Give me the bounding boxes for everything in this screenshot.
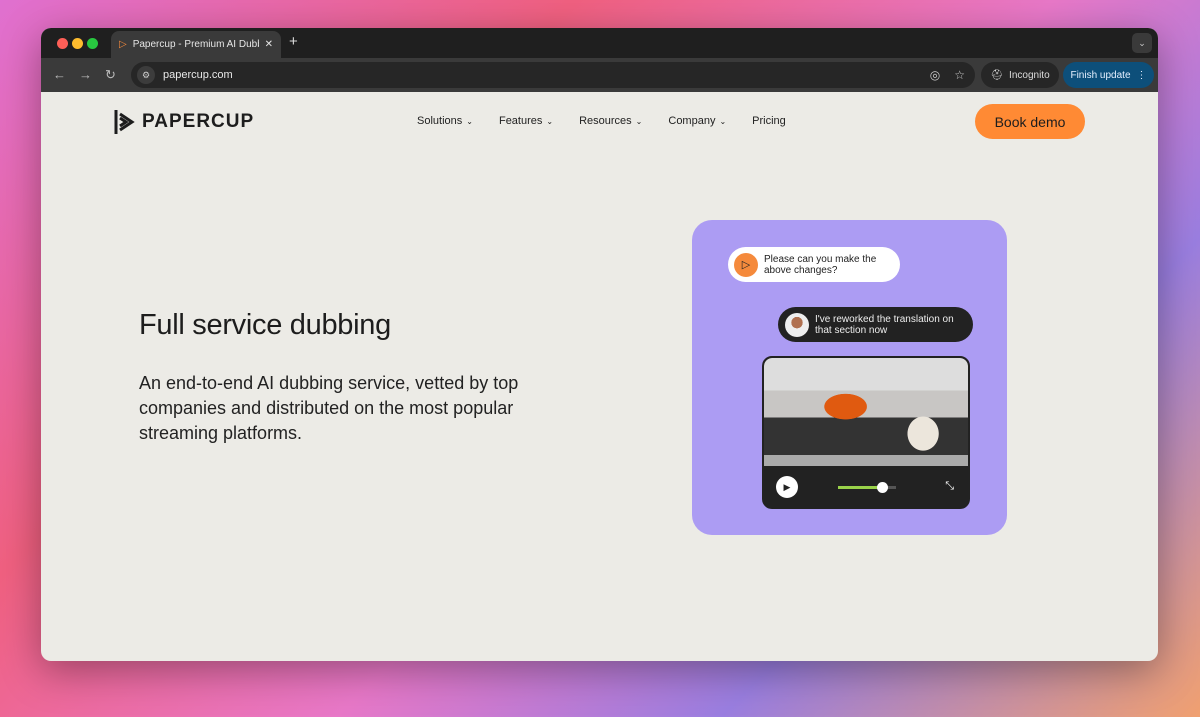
tab-search-button[interactable]: ⌄ — [1132, 33, 1152, 53]
favicon-icon: ▷ — [119, 39, 127, 50]
more-icon[interactable]: ⋮ — [1137, 70, 1147, 81]
incognito-button[interactable]: ⛑ Incognito — [981, 62, 1059, 88]
main-nav: Solutions ⌄ Features ⌄ Resources ⌄ Company ⌄… — [417, 115, 786, 127]
nav-pricing[interactable]: Pricing — [752, 115, 786, 127]
papercup-logo-icon — [114, 110, 135, 134]
back-button[interactable]: ← — [53, 67, 66, 82]
nav-solutions[interactable]: Solutions ⌄ — [417, 115, 473, 127]
chevron-down-icon: ⌄ — [719, 117, 727, 126]
chevron-down-icon: ⌄ — [546, 117, 554, 126]
chevron-down-icon: ⌄ — [635, 117, 643, 126]
nav-features[interactable]: Features ⌄ — [499, 115, 553, 127]
forward-button[interactable]: → — [79, 67, 92, 82]
site-settings-icon[interactable]: ⚙ — [137, 66, 155, 84]
tab-papercup[interactable]: ▷ Papercup - Premium AI Dubbing ✕ — [111, 31, 281, 58]
nav-company[interactable]: Company ⌄ — [668, 115, 726, 127]
video-player: ▶ ⤡ — [762, 356, 970, 509]
page: PAPERCUP Solutions ⌄ Features ⌄ Resources ⌄… — [41, 92, 1158, 661]
browser-window: ▷ Papercup - Premium AI Dubbing ✕ + ⌄ ← … — [41, 28, 1158, 661]
book-demo-button[interactable]: Book demo — [975, 104, 1085, 139]
video-thumbnail — [764, 358, 968, 466]
bookmark-star-icon[interactable]: ☆ — [954, 68, 965, 82]
close-window-button[interactable] — [57, 38, 68, 49]
finish-update-button[interactable]: Finish update ⋮ — [1063, 62, 1154, 88]
maximize-window-button[interactable] — [87, 38, 98, 49]
avatar — [785, 312, 809, 337]
papercup-avatar-icon: ▷ — [734, 252, 758, 277]
brand-logo[interactable]: PAPERCUP — [114, 109, 254, 135]
play-button[interactable]: ▶ — [776, 476, 798, 498]
incognito-icon: ⛑ — [990, 69, 1004, 81]
chat-bubble-request: ▷ Please can you make the above changes? — [728, 247, 900, 282]
chevron-down-icon: ⌄ — [466, 117, 473, 126]
hero-subtitle: An end-to-end AI dubbing service, vetted… — [139, 373, 519, 443]
toolbar: ← → ↻ ⚙ papercup.com ◎ ☆ ⛑ Incognito Finis… — [41, 58, 1158, 92]
fullscreen-icon[interactable]: ⤡ — [945, 480, 954, 493]
hero-illustration: ▷ Please can you make the above changes? … — [692, 220, 1007, 535]
close-tab-icon[interactable]: ✕ — [265, 39, 273, 50]
new-tab-button[interactable]: + — [289, 33, 298, 50]
hero-title: Full service dubbing — [139, 309, 391, 341]
nav-resources[interactable]: Resources ⌄ — [579, 115, 642, 127]
progress-slider[interactable] — [838, 482, 896, 493]
eye-off-icon[interactable]: ◎ — [930, 68, 940, 82]
chat-bubble-reply: I've reworked the translation on that se… — [778, 307, 973, 342]
reload-button[interactable]: ↻ — [105, 67, 116, 83]
tab-strip: ▷ Papercup - Premium AI Dubbing ✕ + ⌄ — [41, 28, 1158, 58]
minimize-window-button[interactable] — [72, 38, 83, 49]
address-bar[interactable]: ⚙ papercup.com ◎ ☆ — [131, 62, 975, 88]
